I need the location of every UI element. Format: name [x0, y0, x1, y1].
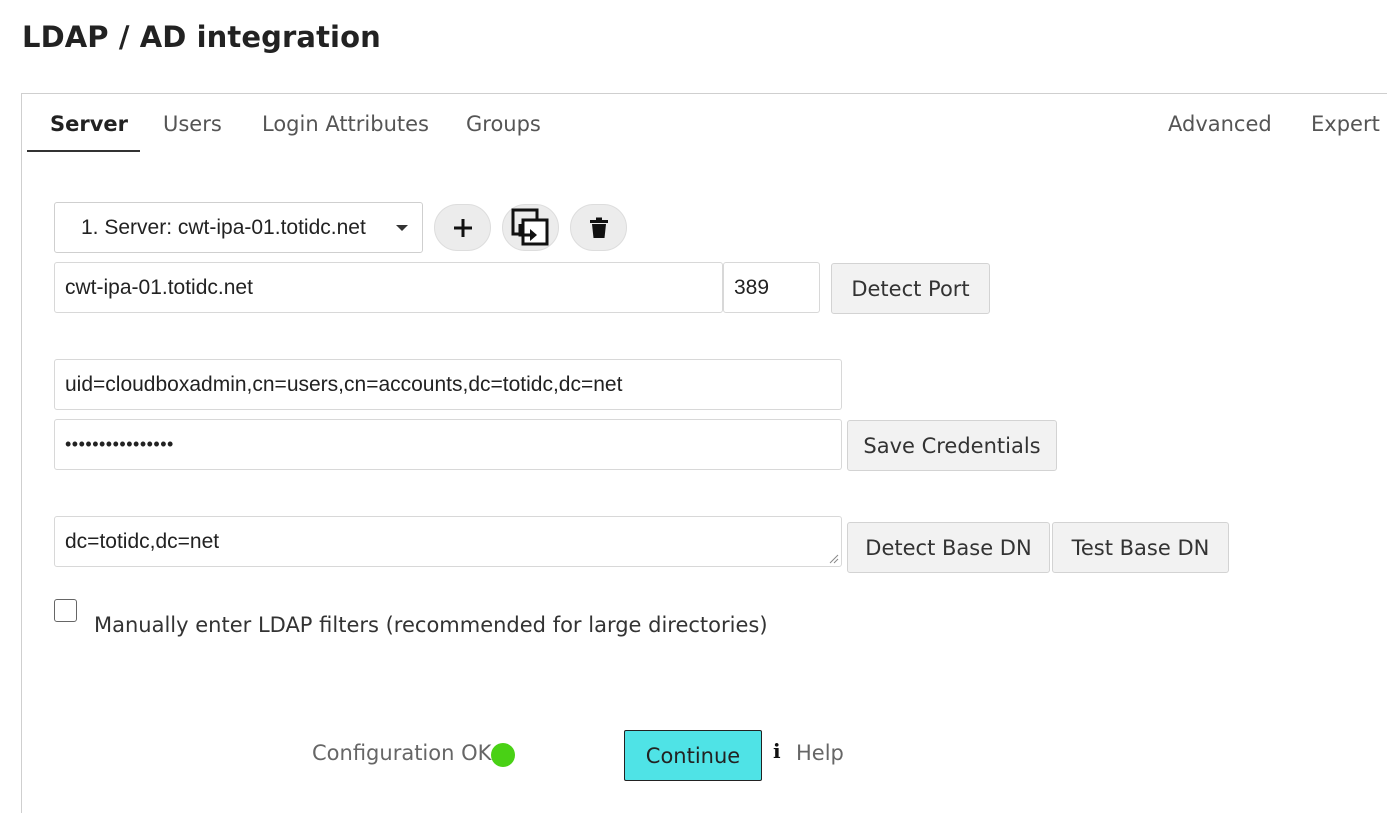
user-dn-input[interactable]: uid=cloudboxadmin,cn=users,cn=accounts,d…	[54, 359, 842, 410]
test-base-dn-button[interactable]: Test Base DN	[1052, 522, 1229, 573]
help-link[interactable]: Help	[796, 741, 844, 765]
base-dn-textarea[interactable]: dc=totidc,dc=net	[54, 516, 842, 567]
plus-icon	[453, 218, 472, 237]
base-dn-value: dc=totidc,dc=net	[65, 529, 220, 553]
status-ok-indicator	[491, 743, 515, 767]
active-tab-indicator	[27, 150, 140, 152]
tab-expert[interactable]: Expert	[1311, 112, 1380, 136]
trash-icon	[589, 217, 608, 238]
copy-config-icon	[511, 208, 548, 245]
info-icon: i	[773, 739, 781, 763]
add-server-button[interactable]	[434, 204, 491, 251]
chevron-down-icon	[396, 225, 408, 231]
tab-advanced[interactable]: Advanced	[1168, 112, 1272, 136]
tab-server[interactable]: Server	[50, 112, 128, 136]
detect-base-dn-button[interactable]: Detect Base DN	[847, 522, 1050, 573]
password-input[interactable]: ••••••••••••••••	[54, 419, 842, 470]
status-text: Configuration OK	[312, 741, 492, 765]
port-input[interactable]: 389	[723, 262, 820, 313]
save-credentials-button[interactable]: Save Credentials	[847, 420, 1057, 471]
resize-handle-icon[interactable]	[829, 554, 839, 564]
tab-users[interactable]: Users	[163, 112, 222, 136]
copy-server-button[interactable]	[502, 204, 559, 251]
manual-filters-label: Manually enter LDAP filters (recommended…	[94, 613, 768, 637]
host-input[interactable]: cwt-ipa-01.totidc.net	[54, 262, 723, 313]
server-select[interactable]: 1. Server: cwt-ipa-01.totidc.net	[54, 202, 423, 253]
server-select-value: 1. Server: cwt-ipa-01.totidc.net	[81, 215, 366, 239]
tab-groups[interactable]: Groups	[466, 112, 541, 136]
detect-port-button[interactable]: Detect Port	[831, 263, 990, 314]
continue-button[interactable]: Continue	[624, 730, 762, 781]
delete-server-button[interactable]	[570, 204, 627, 251]
tab-login-attributes[interactable]: Login Attributes	[262, 112, 429, 136]
page-title: LDAP / AD integration	[22, 20, 381, 54]
manual-filters-checkbox[interactable]	[54, 599, 77, 622]
